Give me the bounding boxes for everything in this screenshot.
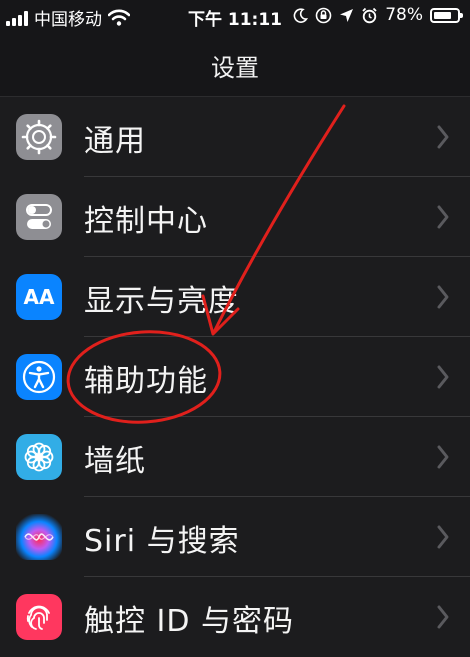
settings-row-label: 控制中心 [84,204,208,239]
battery-percent: 78% [385,5,423,25]
text-size-icon: AA [16,274,62,320]
chevron-right-icon [437,205,449,229]
settings-row-label: 墙纸 [84,444,146,479]
chevron-right-icon [437,365,449,389]
settings-row-accessibility[interactable]: 辅助功能 [0,337,470,417]
settings-row-control-center[interactable]: 控制中心 [0,177,470,257]
moon-icon [293,7,309,23]
status-bar: 中国移动 下午 11:11 78% [0,0,470,34]
settings-row-siri-search[interactable]: Siri 与搜索 [0,497,470,577]
chevron-right-icon [437,125,449,149]
siri-icon [16,514,62,560]
settings-list: 通用 控制中心 AA 显示与亮度 辅助功能 墙纸 Siri 与搜索 触控 ID … [0,97,470,657]
navigation-bar: 设置 [0,34,470,97]
toggle-icon [16,194,62,240]
gear-icon [16,114,62,160]
settings-row-label: 显示与亮度 [84,284,239,319]
accessibility-icon [16,354,62,400]
battery-icon [430,7,463,23]
settings-row-general[interactable]: 通用 [0,97,470,177]
settings-row-label: 通用 [84,124,146,159]
rotation-lock-icon [315,7,332,23]
fingerprint-icon [16,594,62,640]
settings-row-label: 辅助功能 [84,364,208,399]
battery-fill [434,11,452,19]
alarm-icon [362,7,377,23]
settings-row-display-brightness[interactable]: AA 显示与亮度 [0,257,470,337]
settings-row-touch-id[interactable]: 触控 ID 与密码 [0,577,470,657]
chevron-right-icon [437,285,449,309]
settings-row-label: 触控 ID 与密码 [84,604,295,639]
settings-row-label: Siri 与搜索 [84,524,240,559]
flower-icon [16,434,62,480]
page-title: 设置 [211,54,259,82]
status-right: 78% [293,5,463,25]
text-size-icon-glyph: AA [23,285,55,309]
chevron-right-icon [437,445,449,469]
location-icon [340,8,354,22]
settings-row-wallpaper[interactable]: 墙纸 [0,417,470,497]
chevron-right-icon [437,525,449,549]
chevron-right-icon [437,605,449,629]
